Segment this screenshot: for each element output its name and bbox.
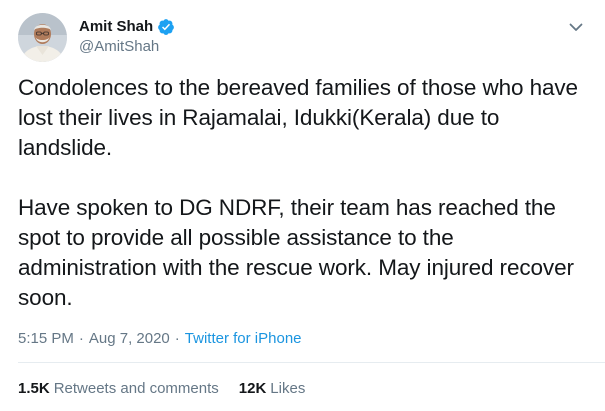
chevron-down-icon[interactable]	[567, 18, 585, 36]
tweet-date[interactable]: Aug 7, 2020	[89, 330, 170, 347]
retweets-label: Retweets and comments	[53, 380, 219, 397]
meta-separator: ·	[78, 330, 84, 347]
profile-photo	[18, 12, 67, 62]
likes-label: Likes	[270, 380, 306, 397]
likes-stat[interactable]: 12K Likes	[239, 380, 306, 397]
author-info: Amit Shah @AmitShah	[79, 18, 175, 57]
meta-separator: ·	[174, 330, 180, 347]
tweet-stats: 1.5K Retweets and comments 12K Likes	[18, 380, 305, 397]
tweet-paragraph-2: Have spoken to DG NDRF, their team has r…	[18, 195, 581, 310]
likes-count: 12K	[238, 380, 267, 397]
tweet-paragraph-1: Condolences to the bereaved families of …	[18, 75, 585, 160]
tweet-meta: 5:15 PM · Aug 7, 2020 · Twitter for iPho…	[18, 330, 302, 347]
retweets-count: 1.5K	[18, 380, 50, 397]
tweet-text: Condolences to the bereaved families of …	[18, 73, 592, 313]
name-row: Amit Shah	[79, 18, 175, 37]
retweets-stat[interactable]: 1.5K Retweets and comments	[18, 380, 219, 397]
avatar[interactable]	[18, 12, 67, 62]
tweet-header: Amit Shah @AmitShah	[18, 12, 587, 62]
tweet-time[interactable]: 5:15 PM	[18, 330, 74, 347]
author-display-name[interactable]: Amit Shah	[79, 18, 153, 37]
tweet-card: Amit Shah @AmitShah Condolences to the b…	[0, 0, 605, 411]
tweet-source-link[interactable]: Twitter for iPhone	[185, 330, 302, 347]
author-handle[interactable]: @AmitShah	[79, 38, 175, 57]
divider	[18, 362, 605, 363]
verified-badge-icon	[157, 18, 175, 36]
